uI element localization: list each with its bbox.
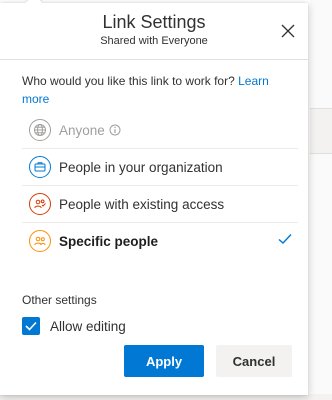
- option-anyone-label: Anyone: [59, 122, 105, 138]
- background-page-row: [310, 108, 332, 154]
- checkbox-checked-icon: [22, 317, 40, 335]
- option-specific-people-label: Specific people: [59, 233, 159, 249]
- existing-access-icon: [29, 193, 51, 215]
- option-people-in-organization[interactable]: People in your organization: [22, 149, 298, 186]
- globe-icon: [29, 119, 51, 141]
- link-audience-question: Who would you like this link to work for…: [0, 60, 308, 110]
- option-anyone[interactable]: Anyone: [22, 112, 298, 149]
- allow-editing-label: Allow editing: [50, 318, 126, 334]
- audience-options: Anyone People in your organization Peopl…: [0, 112, 308, 259]
- option-people-with-existing-access[interactable]: People with existing access: [22, 186, 298, 223]
- dialog-header: Link Settings Shared with Everyone: [0, 3, 308, 59]
- option-people-in-organization-label: People in your organization: [59, 159, 223, 175]
- other-settings-title: Other settings: [22, 293, 97, 307]
- background-page-edge: [310, 0, 332, 400]
- option-people-with-existing-access-label: People with existing access: [59, 196, 225, 212]
- option-specific-people[interactable]: Specific people: [22, 223, 298, 259]
- specific-people-icon: [29, 230, 51, 252]
- apply-button[interactable]: Apply: [124, 345, 204, 377]
- link-settings-dialog: Link Settings Shared with Everyone Who w…: [0, 0, 308, 395]
- dialog-subtitle: Shared with Everyone: [100, 35, 208, 47]
- question-text: Who would you like this link to work for…: [22, 74, 235, 88]
- cancel-button[interactable]: Cancel: [216, 345, 292, 377]
- allow-editing-checkbox[interactable]: Allow editing: [22, 317, 308, 335]
- close-button[interactable]: [276, 19, 300, 43]
- info-icon[interactable]: [109, 124, 121, 136]
- dialog-buttons: Apply Cancel: [124, 345, 292, 377]
- dialog-title: Link Settings: [102, 12, 206, 32]
- organization-icon: [29, 156, 51, 178]
- checkmark-icon: [278, 234, 292, 244]
- close-icon: [281, 24, 295, 38]
